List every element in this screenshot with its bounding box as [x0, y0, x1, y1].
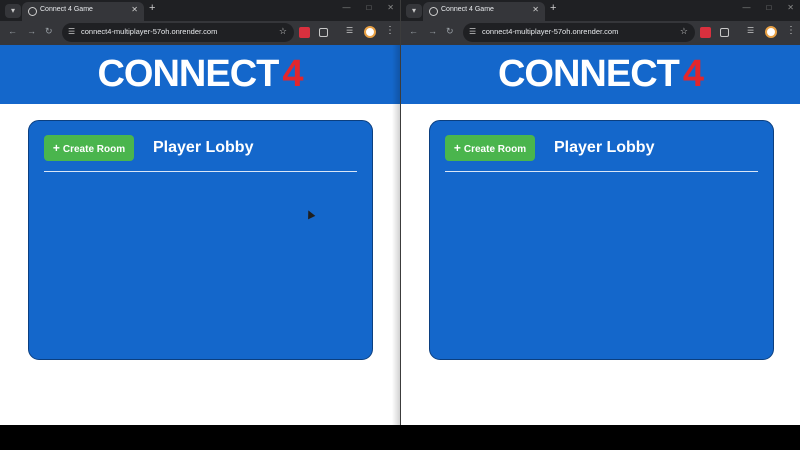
site-header: CONNECT 4 [0, 45, 400, 104]
url-text: connect4-multiplayer-57oh.onrender.com [81, 27, 218, 36]
create-room-button[interactable]: + Create Room [445, 135, 535, 161]
create-room-button[interactable]: + Create Room [44, 135, 134, 161]
maximize-icon[interactable]: □ [766, 3, 771, 12]
more-menu-icon[interactable]: ⋮ [786, 25, 796, 36]
close-icon[interactable]: ✕ [532, 5, 539, 14]
minimize-icon[interactable]: — [342, 3, 350, 12]
extension-red-icon[interactable] [700, 27, 711, 38]
window-close-icon[interactable]: ✕ [387, 3, 394, 12]
browser-window-left: ▾ Connect 4 Game ✕ + — □ ✕ ← → ↻ ☰ conne… [0, 0, 400, 425]
lobby-title: Player Lobby [554, 139, 655, 156]
minimize-icon[interactable]: — [742, 3, 750, 12]
star-icon[interactable]: ☆ [680, 26, 688, 37]
browser-toolbar: ← → ↻ ☰ connect4-multiplayer-57oh.onrend… [0, 21, 400, 45]
create-room-label: Create Room [463, 144, 527, 155]
page-content: CONNECT 4 + Create Room Player Lobby [401, 45, 800, 425]
logo-text: CONNECT [97, 53, 279, 95]
site-header: CONNECT 4 [401, 45, 800, 104]
tab-title: Connect 4 Game [40, 6, 93, 13]
browser-window-right: ▾ Connect 4 Game ✕ + — □ ✕ ← → ↻ ☰ conne… [400, 0, 800, 425]
connect4-logo: CONNECT 4 [401, 52, 800, 96]
plus-icon: + [453, 141, 461, 155]
tab-search-icon[interactable]: ▾ [406, 4, 422, 18]
tab-search-icon[interactable]: ▾ [5, 4, 21, 18]
reload-icon[interactable]: ↻ [446, 26, 454, 37]
profile-avatar-icon[interactable] [364, 26, 376, 38]
address-bar[interactable]: ☰ connect4-multiplayer-57oh.onrender.com… [463, 23, 695, 42]
new-tab-plus-icon[interactable]: + [149, 2, 155, 14]
window-controls: — □ ✕ [742, 3, 794, 12]
profile-avatar-icon[interactable] [765, 26, 777, 38]
page-content: CONNECT 4 + Create Room Player Lobby [0, 45, 400, 425]
tab-strip: ▾ Connect 4 Game ✕ + — □ ✕ [0, 0, 400, 21]
window-shadow [392, 45, 400, 425]
globe-icon [28, 7, 37, 16]
lobby-title: Player Lobby [153, 139, 254, 156]
browser-toolbar: ← → ↻ ☰ connect4-multiplayer-57oh.onrend… [401, 21, 800, 45]
tab-connect4[interactable]: Connect 4 Game ✕ [423, 2, 545, 21]
tab-strip: ▾ Connect 4 Game ✕ + — □ ✕ [401, 0, 800, 21]
extensions-puzzle-icon[interactable] [319, 28, 328, 37]
window-close-icon[interactable]: ✕ [787, 3, 794, 12]
forward-icon[interactable]: → [428, 26, 437, 36]
address-bar[interactable]: ☰ connect4-multiplayer-57oh.onrender.com… [62, 23, 294, 42]
forward-icon[interactable]: → [27, 26, 36, 36]
more-menu-icon[interactable]: ⋮ [385, 25, 395, 36]
extension-red-icon[interactable] [299, 27, 310, 38]
logo-text: CONNECT [497, 53, 680, 95]
close-icon[interactable]: ✕ [131, 5, 138, 14]
window-controls: — □ ✕ [342, 3, 394, 12]
star-icon[interactable]: ☆ [279, 26, 287, 37]
url-text: connect4-multiplayer-57oh.onrender.com [482, 27, 619, 36]
back-icon[interactable]: ← [409, 26, 418, 36]
desktop: ▾ Connect 4 Game ✕ + — □ ✕ ← → ↻ ☰ conne… [0, 0, 800, 450]
player-lobby-panel: + Create Room Player Lobby [429, 120, 774, 360]
media-control-icon[interactable]: ☰ [346, 26, 353, 35]
logo-number: 4 [682, 53, 704, 95]
reload-icon[interactable]: ↻ [45, 26, 53, 37]
globe-icon [429, 7, 438, 16]
media-control-icon[interactable]: ☰ [747, 26, 754, 35]
player-lobby-panel: + Create Room Player Lobby [28, 120, 373, 360]
new-tab-plus-icon[interactable]: + [550, 2, 556, 14]
tab-title: Connect 4 Game [441, 6, 494, 13]
tune-icon[interactable]: ☰ [68, 27, 75, 36]
tab-connect4[interactable]: Connect 4 Game ✕ [22, 2, 144, 21]
lobby-divider [44, 171, 357, 172]
extensions-puzzle-icon[interactable] [720, 28, 729, 37]
lobby-divider [445, 171, 758, 172]
logo-number: 4 [282, 53, 303, 95]
maximize-icon[interactable]: □ [366, 3, 371, 12]
back-icon[interactable]: ← [8, 26, 17, 36]
create-room-label: Create Room [62, 144, 126, 155]
tune-icon[interactable]: ☰ [469, 27, 476, 36]
plus-icon: + [52, 141, 60, 155]
connect4-logo: CONNECT 4 [0, 52, 400, 96]
